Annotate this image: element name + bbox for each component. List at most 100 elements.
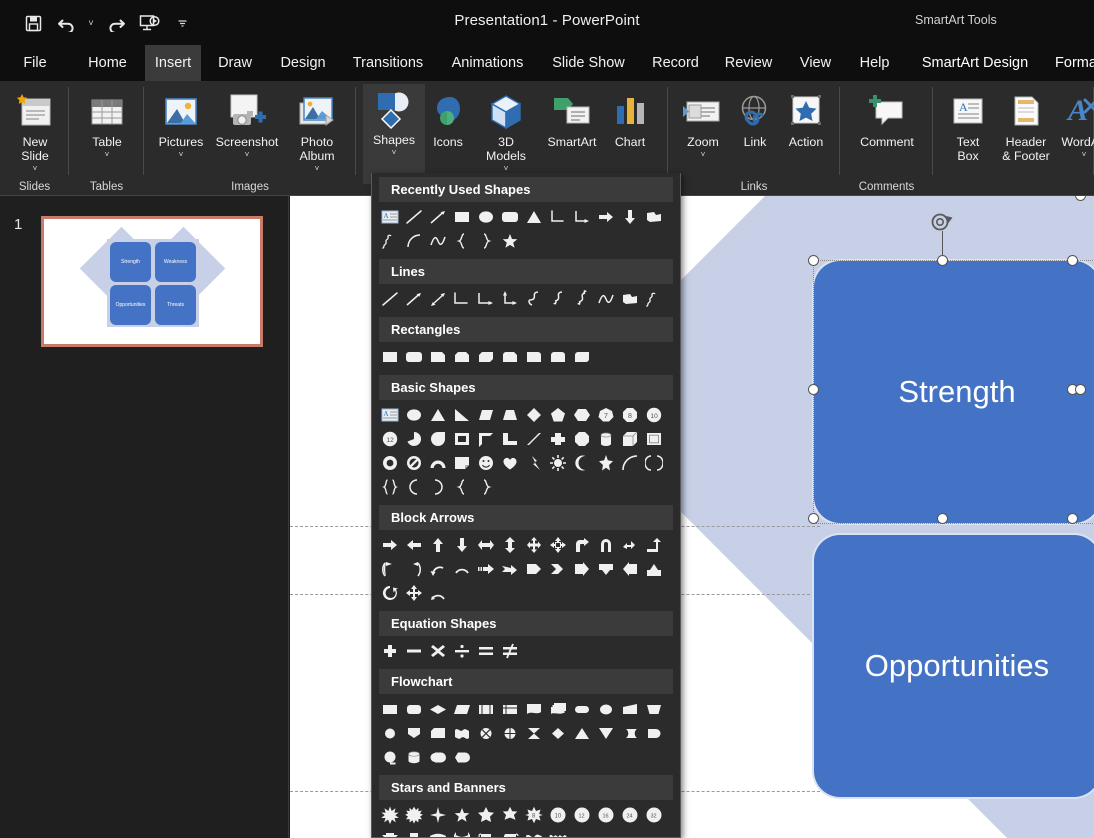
shape-flowchart-manual-input[interactable]	[618, 697, 642, 721]
shape-flowchart-document[interactable]	[522, 697, 546, 721]
shape-right-arrow[interactable]	[378, 533, 402, 557]
tab-animations[interactable]: Animations	[441, 45, 534, 81]
shape-arc-arrow[interactable]	[426, 581, 450, 605]
shape-left-bracket[interactable]	[402, 475, 426, 499]
tab-file[interactable]: File	[14, 45, 56, 81]
shape-flowchart-direct-access-storage[interactable]	[426, 745, 450, 769]
tab-design[interactable]: Design	[271, 45, 335, 81]
shape-rectangle[interactable]	[378, 345, 402, 369]
shape-oval[interactable]	[402, 403, 426, 427]
shape-brace-pair[interactable]	[378, 475, 402, 499]
rotate-handle-icon[interactable]	[930, 210, 956, 239]
screenshot-button-dropdown-caret[interactable]: ˅	[245, 150, 250, 159]
tab-insert[interactable]: Insert	[145, 45, 201, 81]
shape-pie[interactable]	[402, 427, 426, 451]
3d-models-button[interactable]: 3D Models ˅	[475, 86, 537, 173]
shape-star-12-point[interactable]: 12	[570, 803, 594, 827]
shape-curved-right-arrow[interactable]	[378, 557, 402, 581]
wordart-button[interactable]: A WordArt˅	[1053, 86, 1094, 159]
tab-slide-show[interactable]: Slide Show	[542, 45, 635, 81]
shape-text-box[interactable]: A	[378, 403, 402, 427]
selection-handle-group-right[interactable]	[1075, 384, 1086, 395]
shape-flowchart-manual-operation[interactable]	[642, 697, 666, 721]
shape-curved-connector[interactable]	[522, 287, 546, 311]
photo-album-button-dropdown-caret[interactable]: ˅	[315, 164, 320, 173]
shape-round-same-side-corner-rectangle[interactable]	[546, 345, 570, 369]
shape-teardrop[interactable]	[426, 427, 450, 451]
shape-line[interactable]	[378, 287, 402, 311]
shape-lightning-bolt[interactable]	[522, 451, 546, 475]
shape-round-single-corner-rectangle[interactable]	[522, 345, 546, 369]
shape-left-arrow[interactable]	[402, 533, 426, 557]
shape-star-5-point[interactable]	[498, 229, 522, 253]
shape-cube[interactable]	[618, 427, 642, 451]
shape-flowchart-punched-tape[interactable]	[450, 721, 474, 745]
shape-freeform-shape[interactable]	[618, 287, 642, 311]
selection-handle-top-center[interactable]	[937, 255, 948, 266]
shape-plus-sign[interactable]	[378, 639, 402, 663]
selection-handle-bottom-center[interactable]	[937, 513, 948, 524]
shape-u-turn-arrow[interactable]	[594, 533, 618, 557]
shape-dodecagon[interactable]: 12	[378, 427, 402, 451]
photo-album-button[interactable]: Photo Album ˅	[286, 86, 348, 173]
tab-smartart-design[interactable]: SmartArt Design	[913, 45, 1037, 81]
shape-freeform-shape[interactable]	[642, 205, 666, 229]
shape-horizontal-scroll[interactable]	[498, 827, 522, 837]
tab-help[interactable]: Help	[851, 45, 898, 81]
shape-four-point-star-decorative[interactable]	[594, 451, 618, 475]
shape-line[interactable]	[402, 205, 426, 229]
shapes-button-dropdown-caret[interactable]: ˅	[392, 148, 397, 157]
shape-split-arrow[interactable]	[402, 581, 426, 605]
3d-models-button-dropdown-caret[interactable]: ˅	[504, 164, 509, 173]
shape-flowchart-sequential-access-storage[interactable]	[378, 745, 402, 769]
shape-down-ribbon[interactable]	[402, 827, 426, 837]
shape-frame-shape[interactable]	[450, 427, 474, 451]
shape-division-sign[interactable]	[450, 639, 474, 663]
shape-bevel[interactable]	[642, 427, 666, 451]
tab-view[interactable]: View	[791, 45, 840, 81]
shape-left-arrow-callout[interactable]	[618, 557, 642, 581]
shape-vertical-scroll[interactable]	[474, 827, 498, 837]
selection-handle-bottom-left[interactable]	[808, 513, 819, 524]
shape-l-shape[interactable]	[498, 427, 522, 451]
shape-flowchart-collate[interactable]	[522, 721, 546, 745]
shape-connector-elbow[interactable]	[450, 287, 474, 311]
shape-arc[interactable]	[402, 229, 426, 253]
shape-curved-double-arrow[interactable]	[570, 287, 594, 311]
action-button[interactable]: Action	[775, 86, 837, 149]
shape-block-arc[interactable]	[426, 451, 450, 475]
shape-wave[interactable]	[522, 827, 546, 837]
shape-left-right-arrow[interactable]	[474, 533, 498, 557]
shape-flowchart-extract[interactable]	[570, 721, 594, 745]
shape-oval[interactable]	[474, 205, 498, 229]
shape-flowchart-magnetic-disk[interactable]	[402, 745, 426, 769]
shape-multiply-sign[interactable]	[426, 639, 450, 663]
shape-down-arrow[interactable]	[618, 205, 642, 229]
shape-rounded-rectangle[interactable]	[402, 345, 426, 369]
shape-down-arrow-callout[interactable]	[594, 557, 618, 581]
shape-scribble[interactable]	[378, 229, 402, 253]
shape-parallelogram[interactable]	[474, 403, 498, 427]
shape-donut[interactable]	[378, 451, 402, 475]
shape-flowchart-connector[interactable]	[378, 721, 402, 745]
shape-flowchart-stored-data[interactable]	[618, 721, 642, 745]
shape-elbow-arrow-connector[interactable]	[570, 205, 594, 229]
shape-hexagon[interactable]	[570, 403, 594, 427]
shape-flowchart-or[interactable]	[498, 721, 522, 745]
shape-snip-and-round-single-corner-rectangle[interactable]	[498, 345, 522, 369]
shape-star-8-point[interactable]: 8	[522, 803, 546, 827]
shape-minus-sign[interactable]	[402, 639, 426, 663]
shape-snip-single-corner-rectangle[interactable]	[426, 345, 450, 369]
tab-home[interactable]: Home	[80, 45, 135, 81]
shape-curved-down-ribbon[interactable]	[450, 827, 474, 837]
shape-octagon[interactable]: 8	[618, 403, 642, 427]
shape-right-triangle[interactable]	[450, 403, 474, 427]
shape-rectangle[interactable]	[450, 205, 474, 229]
shape-curved-up-arrow[interactable]	[426, 557, 450, 581]
shapes-button[interactable]: Shapes ˅	[363, 84, 425, 184]
shape-double-wave[interactable]	[546, 827, 570, 837]
shapes-dropdown-menu[interactable]: Recently Used Shapes A Lines Rectangles Basi…	[371, 173, 681, 838]
shape-bent-arrow[interactable]	[570, 533, 594, 557]
comment-button[interactable]: Comment	[855, 86, 919, 149]
shape-star-16-point[interactable]: 16	[594, 803, 618, 827]
